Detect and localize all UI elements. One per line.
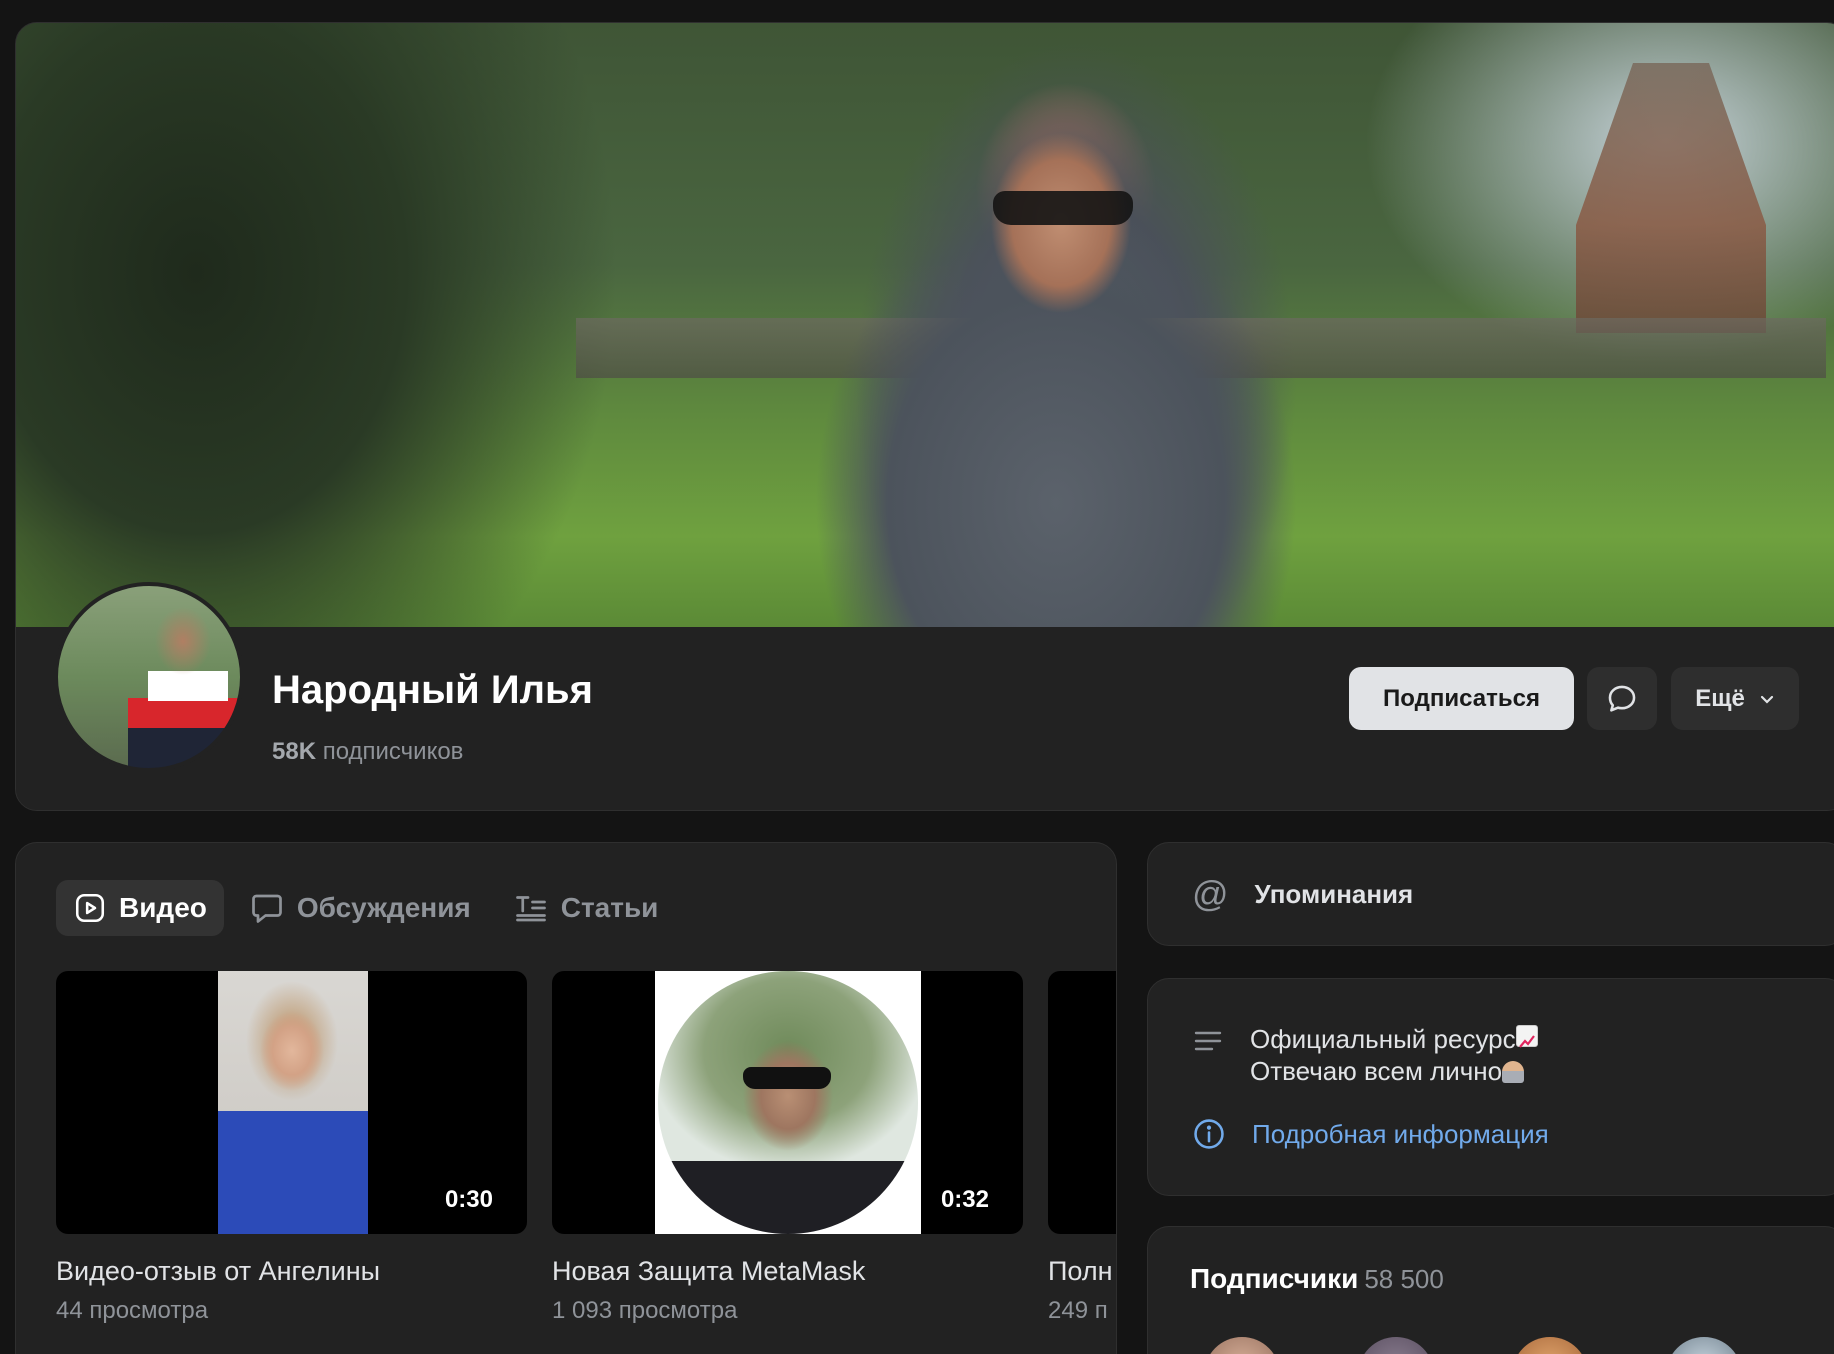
info-circle-icon [1194, 1119, 1224, 1149]
video-views: 1 093 просмотра [552, 1297, 738, 1324]
cover-photo[interactable] [16, 23, 1834, 627]
video-thumbnail[interactable] [1048, 971, 1116, 1234]
thumbnail-image [218, 971, 368, 1234]
chat-bubble-icon [252, 894, 282, 923]
more-info-label[interactable]: Подробная информация [1252, 1119, 1549, 1150]
more-label: Ещё [1695, 684, 1745, 712]
thumbnail-circle-photo [658, 971, 918, 1234]
text-list-icon [515, 896, 546, 922]
about-card: Официальный ресурс Отвечаю всем лично По… [1147, 978, 1834, 1196]
subscribers-title[interactable]: Подписчики 58 500 [1190, 1263, 1444, 1295]
tab-articles[interactable]: Статьи [496, 880, 676, 936]
subscriber-avatar[interactable] [1512, 1337, 1588, 1354]
chevron-down-icon [1760, 695, 1773, 704]
subscriber-avatar[interactable] [1358, 1337, 1434, 1354]
video-duration: 0:30 [444, 1186, 493, 1213]
at-sign-icon: @ [1192, 873, 1229, 914]
about-line-2: Отвечаю всем лично [1250, 1055, 1538, 1087]
more-info-link[interactable]: Подробная информация [1192, 1117, 1549, 1151]
tab-discussions[interactable]: Обсуждения [232, 880, 488, 936]
mentions-card[interactable]: @ Упоминания [1147, 842, 1834, 946]
video-thumbnail[interactable]: 0:32 [552, 971, 1023, 1234]
video-item[interactable]: 0:30 Видео-отзыв от Ангелины 44 просмотр… [56, 971, 527, 1325]
thumbnail-sunglasses [743, 1067, 831, 1089]
video-thumbnail[interactable]: 0:30 [56, 971, 527, 1234]
video-title[interactable]: Видео-отзыв от Ангелины [56, 1256, 527, 1287]
subscribers-count: 58 500 [1364, 1264, 1444, 1294]
content-tabs: Видео Обсуждения Статьи [56, 880, 675, 936]
subscribers-title-label: Подписчики [1190, 1263, 1359, 1294]
video-views: 44 просмотра [56, 1297, 209, 1324]
cover-temple [1576, 63, 1766, 333]
tab-articles-label: Статьи [560, 892, 659, 923]
video-title[interactable]: Новая Защита MetaMask [552, 1256, 1023, 1287]
play-square-icon [75, 893, 105, 923]
video-item[interactable]: Полн 249 п [1048, 971, 1116, 1325]
subscribe-button[interactable]: Подписаться [1349, 667, 1574, 730]
tab-videos[interactable]: Видео [56, 880, 224, 936]
more-button[interactable]: Ещё [1671, 667, 1799, 730]
chart-up-emoji-icon [1515, 1025, 1538, 1048]
lines-icon [1194, 1031, 1222, 1051]
chat-bubble-icon [1608, 685, 1636, 712]
avatar[interactable] [54, 582, 244, 772]
mentions-label: Упоминания [1254, 878, 1414, 909]
cover-sunglasses [993, 191, 1133, 225]
page-title: Народный Илья [272, 668, 593, 712]
video-views: 249 п [1048, 1297, 1108, 1324]
followers-count[interactable]: 58K подписчиков [272, 738, 463, 766]
about-line-1: Официальный ресурс [1250, 1023, 1538, 1055]
message-button[interactable] [1587, 667, 1657, 730]
person-laptop-emoji-icon [1502, 1061, 1525, 1083]
subscribers-card: Подписчики 58 500 [1147, 1226, 1834, 1354]
content-card: Видео Обсуждения Статьи 0:30 Видео-отзыв… [15, 842, 1117, 1354]
subscriber-avatar[interactable] [1666, 1337, 1742, 1354]
followers-number: 58K [272, 738, 317, 765]
video-duration: 0:32 [940, 1186, 989, 1213]
subscriber-avatar[interactable] [1204, 1337, 1280, 1354]
video-title[interactable]: Полн [1048, 1256, 1116, 1287]
tab-videos-label: Видео [119, 892, 207, 923]
about-description: Официальный ресурс Отвечаю всем лично [1192, 1023, 1538, 1087]
tab-discussions-label: Обсуждения [296, 892, 471, 923]
video-item[interactable]: 0:32 Новая Защита MetaMask 1 093 просмот… [552, 971, 1023, 1325]
video-list: 0:30 Видео-отзыв от Ангелины 44 просмотр… [56, 971, 1116, 1325]
thumbnail-image [655, 971, 921, 1234]
cover-person [756, 83, 1316, 627]
followers-label: подписчиков [322, 738, 464, 765]
